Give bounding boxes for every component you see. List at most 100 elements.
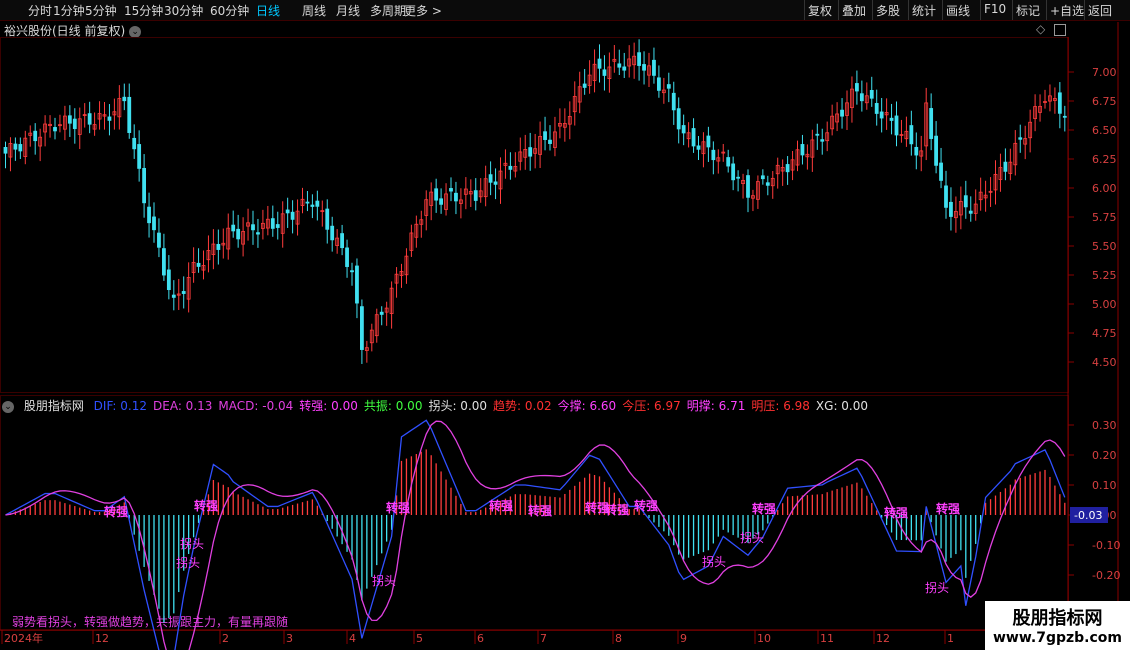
candle-body [1018, 137, 1023, 140]
date-label: 3 [286, 632, 293, 645]
candle-body [142, 167, 147, 204]
candle-body [325, 208, 330, 230]
strong-label: 转强 [936, 501, 960, 516]
candle-body [454, 192, 458, 202]
candle-body [72, 118, 77, 130]
candle-body [315, 200, 320, 207]
candle-body [894, 115, 899, 136]
candle-body [602, 69, 607, 76]
macd-axis-label: 0.10 [1092, 479, 1117, 492]
candle-body [929, 108, 934, 139]
candle-body [681, 125, 686, 134]
price-axis-label: 7.00 [1092, 66, 1117, 79]
candle-body [216, 244, 221, 250]
candle-body [132, 137, 137, 150]
candle-body [508, 165, 513, 170]
macd-axis-label: -0.20 [1092, 569, 1120, 582]
candle-body [147, 206, 151, 224]
candle-body [449, 188, 453, 192]
price-panel-frame [0, 37, 1069, 393]
candle-body [815, 133, 820, 136]
candle-body [637, 52, 641, 66]
candle-body [909, 125, 914, 145]
candle-body [355, 265, 359, 304]
candle-body [310, 204, 315, 207]
candle-body [840, 109, 844, 117]
candle-body [122, 96, 127, 102]
candle-body [107, 116, 112, 121]
candle-body [439, 198, 444, 205]
date-label: 10 [757, 632, 771, 645]
candle-body [706, 135, 711, 148]
candle-body [939, 162, 943, 181]
candle-body [869, 89, 874, 99]
candle-body [968, 210, 973, 214]
macd-axis-label: 0.20 [1092, 449, 1117, 462]
date-label: 2024年 [4, 631, 43, 645]
price-axis-label: 6.25 [1092, 153, 1117, 166]
candle-body [528, 147, 533, 157]
price-axis-label: 6.50 [1092, 124, 1117, 137]
turn-label: 拐头 [176, 555, 200, 570]
watermark: 股朋指标网 www.7gpzb.com [985, 601, 1130, 650]
candle-body [914, 146, 919, 156]
strong-label: 转强 [752, 501, 776, 516]
candle-body [949, 201, 953, 217]
strong-label: 转强 [104, 504, 128, 519]
strong-label: 转强 [489, 498, 513, 513]
strong-label: 转强 [634, 498, 658, 513]
candle-body [652, 59, 656, 76]
candle-body [874, 103, 879, 114]
candle-body [666, 84, 671, 89]
candle-body [345, 247, 349, 267]
price-axis-label: 5.75 [1092, 211, 1117, 224]
candle-body [379, 311, 384, 315]
watermark-url: www.7gpzb.com [992, 630, 1122, 646]
price-axis-label: 4.75 [1092, 327, 1117, 340]
candle-body [711, 149, 716, 161]
candle-body [127, 96, 132, 133]
candle-body [1003, 161, 1008, 172]
macd-axis-label: 0.30 [1092, 419, 1117, 432]
candle-body [785, 164, 790, 173]
turn-label: 拐头 [702, 554, 726, 569]
candle-body [166, 269, 171, 291]
date-label: 6 [477, 632, 484, 645]
candle-body [473, 190, 478, 201]
turn-label: 拐头 [925, 580, 949, 595]
candle-body [731, 163, 736, 181]
candle-body [820, 139, 825, 142]
candle-body [171, 294, 176, 298]
candle-body [161, 248, 166, 276]
candle-body [800, 144, 805, 156]
candle-body [855, 83, 859, 92]
date-label: 2 [222, 632, 229, 645]
candle-body [290, 211, 295, 220]
candle-body [488, 174, 493, 183]
macd-axis-label: -0.10 [1092, 539, 1120, 552]
candle-body [359, 306, 364, 350]
candle-body [879, 111, 884, 119]
candle-body [231, 224, 236, 232]
candle-body [859, 93, 864, 102]
strong-label: 转强 [884, 505, 908, 520]
candle-body [196, 262, 201, 267]
turn-label: 拐头 [372, 573, 396, 588]
date-label: 7 [540, 632, 547, 645]
candle-body [18, 144, 23, 152]
date-label: 12 [876, 632, 890, 645]
candle-body [889, 117, 894, 121]
candle-body [1062, 115, 1067, 118]
date-label: 9 [680, 632, 687, 645]
date-label: 1 [947, 632, 954, 645]
candle-body [617, 63, 622, 68]
candle-body [642, 64, 646, 71]
strong-label: 转强 [605, 502, 629, 517]
candle-body [350, 270, 354, 273]
candle-body [622, 66, 627, 71]
turn-label: 拐头 [740, 530, 764, 545]
date-label: 8 [615, 632, 622, 645]
candle-body [765, 182, 770, 186]
candle-body [1057, 92, 1062, 114]
price-chart-canvas[interactable]: 7.00 6.75 6.50 6.25 6.00 5.75 5.50 5.25 5.00 4.75… [0, 0, 1130, 650]
